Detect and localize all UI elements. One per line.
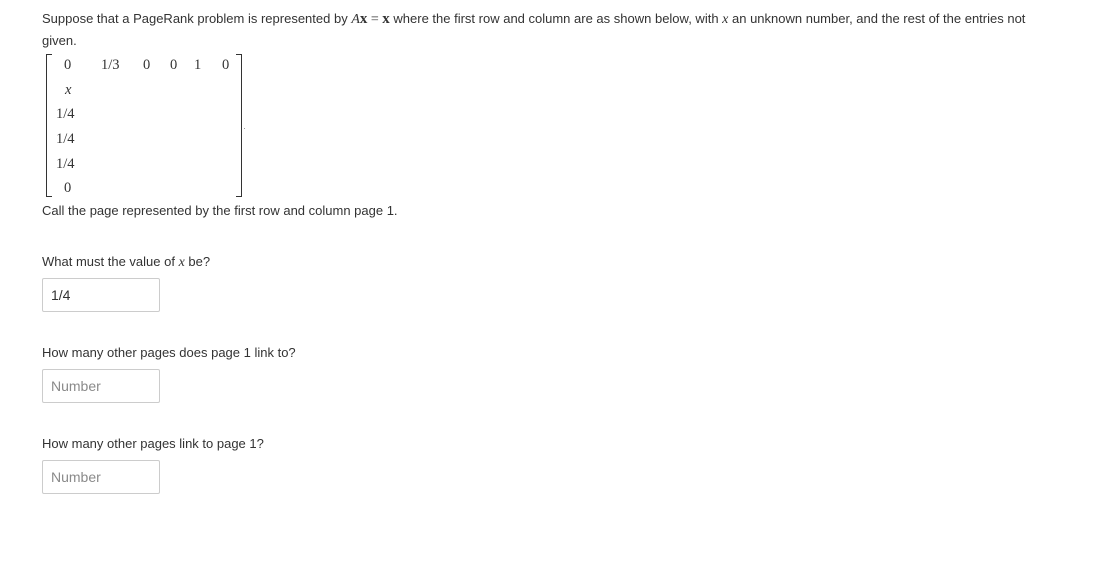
matrix-row5-col1: 1/4 — [56, 156, 75, 172]
matrix-row6-col1: 0 — [64, 180, 72, 196]
prompt-text-2: where the first row and column are as sh… — [389, 11, 723, 26]
question-1: What must the value of x be? — [42, 254, 210, 271]
matrix-row2-col1: x — [65, 82, 72, 98]
matrix-row3-col1: 1/4 — [56, 106, 75, 122]
equals-sign: = — [367, 12, 383, 27]
matrix-symbol-a: A — [351, 12, 360, 27]
vector-symbol-x-rhs: x — [382, 11, 390, 27]
page-note: Call the page represented by the first r… — [42, 203, 398, 218]
matrix: 0 1/3 0 0 1 0 x 1/4 1/4 1/4 0 — [46, 54, 242, 197]
left-bracket — [46, 54, 52, 197]
problem-statement: Suppose that a PageRank problem is repre… — [42, 9, 1052, 51]
answer-input-outgoing-links[interactable] — [42, 369, 160, 403]
question-2: How many other pages does page 1 link to… — [42, 345, 296, 360]
question-3: How many other pages link to page 1? — [42, 436, 264, 451]
matrix-row1-col1: 0 — [64, 57, 72, 73]
answer-input-x-value[interactable] — [42, 278, 160, 312]
question-1-text-pre: What must the value of — [42, 254, 179, 269]
right-bracket — [236, 54, 242, 197]
matrix-row1-col5: 1 — [194, 57, 202, 73]
matrix-row1-col2: 1/3 — [101, 57, 120, 73]
question-1-text-post: be? — [184, 254, 211, 269]
trailing-period — [244, 128, 245, 129]
answer-input-incoming-links[interactable] — [42, 460, 160, 494]
matrix-row4-col1: 1/4 — [56, 131, 75, 147]
matrix-row1-col6: 0 — [222, 57, 230, 73]
matrix-row1-col4: 0 — [170, 57, 178, 73]
prompt-text-1: Suppose that a PageRank problem is repre… — [42, 11, 352, 26]
matrix-row1-col3: 0 — [143, 57, 151, 73]
